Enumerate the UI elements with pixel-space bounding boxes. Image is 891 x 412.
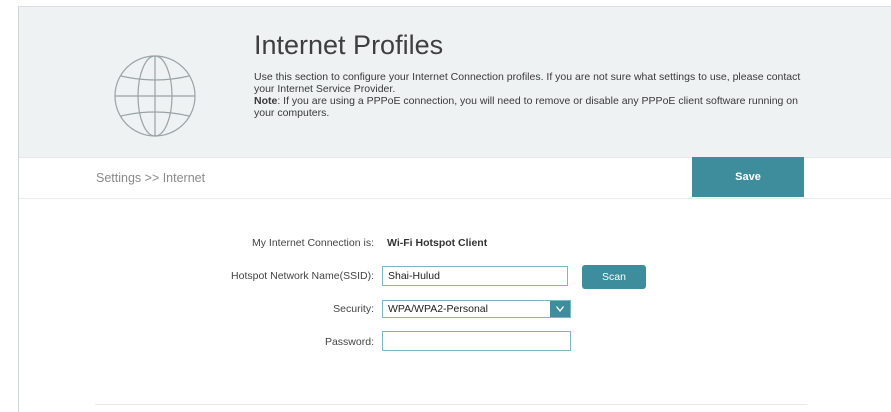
frame-top-border	[18, 6, 891, 7]
chevron-down-icon[interactable]	[550, 301, 570, 317]
globe-icon	[114, 55, 196, 137]
description-text: Use this section to configure your Inter…	[254, 71, 801, 95]
security-label: Security:	[333, 303, 374, 315]
ssid-input[interactable]	[382, 266, 568, 286]
connection-label: My Internet Connection is:	[252, 237, 374, 249]
note-paragraph: Note: If you are using a PPPoE connectio…	[254, 95, 814, 119]
scan-button[interactable]: Scan	[582, 265, 646, 289]
ssid-label: Hotspot Network Name(SSID):	[231, 270, 374, 282]
page-description: Use this section to configure your Inter…	[254, 71, 814, 119]
divider	[95, 404, 807, 405]
password-field[interactable]	[382, 331, 571, 351]
page-title: Internet Profiles	[254, 30, 444, 60]
save-button[interactable]: Save	[692, 157, 804, 197]
security-select[interactable]: WPA/WPA2-Personal	[382, 300, 571, 318]
note-label: Note	[254, 95, 278, 107]
page: Internet Profiles Use this section to co…	[0, 0, 891, 412]
breadcrumb: Settings >> Internet	[96, 171, 206, 185]
security-selected-value: WPA/WPA2-Personal	[388, 303, 488, 315]
connection-type-value: Wi-Fi Hotspot Client	[387, 237, 488, 249]
frame-left-border	[18, 6, 19, 412]
password-label: Password:	[324, 336, 374, 348]
note-text: : If you are using a PPPoE connection, y…	[254, 95, 798, 119]
